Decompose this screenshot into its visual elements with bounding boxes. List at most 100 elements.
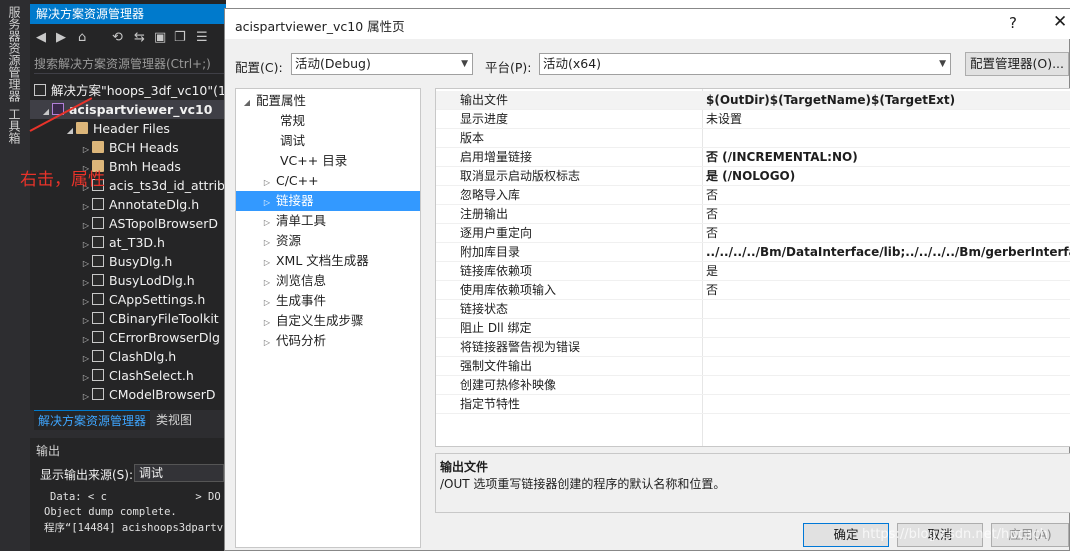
nav-manifest-tool[interactable]: ▷ 清单工具 [236,211,420,231]
config-manager-button[interactable]: 配置管理器(O)... [965,52,1069,76]
file-icon [92,255,104,267]
expand-right-icon[interactable]: ▷ [262,193,272,213]
solution-search-input[interactable]: 搜索解决方案资源管理器(Ctrl+;) [34,54,224,74]
tree-file[interactable]: ▷ CModelBrowserD [80,385,216,404]
history-icon[interactable]: ⟲ [112,30,123,45]
server-explorer-tab[interactable]: 服务器资源管理器 [6,6,23,102]
file-icon [92,350,104,362]
file-icon [92,217,104,229]
expand-right-icon[interactable]: ▷ [262,333,272,353]
nav-xml-doc-generator[interactable]: ▷ XML 文档生成器 [236,251,420,271]
property-row[interactable]: 将链接器警告视为错误 [436,338,1070,357]
file-icon [92,198,104,210]
file-icon [92,274,104,286]
nav-build-events[interactable]: ▷ 生成事件 [236,291,420,311]
toolbox-tab[interactable]: 工具箱 [6,108,23,144]
file-icon [92,312,104,324]
nav-resources[interactable]: ▷ 资源 [236,231,420,251]
expand-down-icon[interactable]: ◢ [242,93,252,113]
chevron-down-icon: ▼ [461,59,468,69]
nav-vc-directories[interactable]: VC++ 目录 [236,151,420,171]
expand-right-icon[interactable]: ▷ [262,313,272,333]
tree-file[interactable]: ▷ CErrorBrowserDlg [80,328,220,347]
watermark: https://blog.csdn.net/hucach [862,527,1049,542]
nav-cpp[interactable]: ▷ C/C++ [236,171,420,191]
property-row[interactable]: 强制文件输出 [436,357,1070,376]
tree-file[interactable]: ▷ ASTopolBrowserD [80,214,218,233]
expand-right-icon[interactable]: ▷ [80,387,92,406]
output-title: 输出 [36,444,61,458]
dialog-titlebar: acispartviewer_vc10 属性页 ? ✕ [225,9,1070,39]
tree-file[interactable]: ▷ at_T3D.h [80,233,165,252]
nav-general[interactable]: 常规 [236,111,420,131]
sync-icon[interactable]: ⇆ [134,30,145,45]
folder-icon [92,141,104,153]
properties-icon[interactable]: ☰ [196,30,208,45]
file-icon [92,236,104,248]
property-row[interactable]: 逐用户重定向否 [436,224,1070,243]
tree-folder-bch[interactable]: ▷ BCH Heads [80,138,179,157]
collapse-icon[interactable]: ▣ [154,30,166,45]
property-row[interactable]: 输出文件 $(OutDir)$(TargetName)$(TargetExt) [436,91,1070,110]
file-icon [92,369,104,381]
nav-code-analysis[interactable]: ▷ 代码分析 [236,331,420,351]
close-icon[interactable]: ✕ [1053,12,1067,32]
tree-solution[interactable]: 解决方案"hoops_3df_vc10"(1 [34,81,226,100]
help-icon[interactable]: ? [1009,14,1017,32]
expand-down-icon[interactable]: ◢ [64,121,76,140]
copy-icon[interactable]: ❐ [174,30,186,45]
output-source-select[interactable]: 调试 [134,464,224,482]
nav-debugging[interactable]: 调试 [236,131,420,151]
property-row[interactable]: 指定节特性 [436,395,1070,414]
tree-file[interactable]: ▷ CBinaryFileToolkit [80,309,219,328]
property-row[interactable]: 链接库依赖项是 [436,262,1070,281]
expand-right-icon[interactable]: ▷ [262,253,272,273]
property-row[interactable]: 链接状态 [436,300,1070,319]
file-icon [92,293,104,305]
expand-right-icon[interactable]: ▷ [262,173,272,193]
property-row[interactable]: 版本 [436,129,1070,148]
expand-right-icon[interactable]: ▷ [262,273,272,293]
expand-right-icon[interactable]: ▷ [262,213,272,233]
output-line: 程序“[14484] acishoops3dpartv [44,522,224,534]
platform-select[interactable]: 活动(x64) ▼ [539,53,951,75]
tree-file[interactable]: ▷ AnnotateDlg.h [80,195,199,214]
solution-explorer-tabs: 解决方案资源管理器 类视图 [30,410,226,430]
chevron-down-icon: ▼ [939,59,946,69]
tree-file[interactable]: ▷ BusyLodDlg.h [80,271,195,290]
expand-right-icon[interactable]: ▷ [262,233,272,253]
property-row[interactable]: 注册输出否 [436,205,1070,224]
nav-linker[interactable]: ▷ 链接器 [236,191,420,211]
output-line: Object dump complete. [44,506,177,518]
back-icon[interactable]: ◀ [36,30,46,45]
tree-file[interactable]: ▷ ClashSelect.h [80,366,194,385]
home-icon[interactable]: ⌂ [78,30,86,45]
forward-icon[interactable]: ▶ [56,30,66,45]
tree-file[interactable]: ▷ BusyDlg.h [80,252,172,271]
tree-folder-header-files[interactable]: ◢ Header Files [64,119,170,138]
description-title: 输出文件 [440,460,489,474]
file-icon [92,388,104,400]
property-row[interactable]: 使用库依赖项输入否 [436,281,1070,300]
solution-icon [34,84,46,96]
property-row[interactable]: 取消显示启动版权标志是 (/NOLOGO) [436,167,1070,186]
left-tool-strip: 服务器资源管理器 工具箱 [0,0,30,551]
property-row[interactable]: 创建可热修补映像 [436,376,1070,395]
file-icon [92,331,104,343]
nav-browse-info[interactable]: ▷ 浏览信息 [236,271,420,291]
description-text: /OUT 选项重写链接器创建的程序的默认名称和位置。 [440,477,726,491]
config-select[interactable]: 活动(Debug) ▼ [291,53,473,75]
property-row[interactable]: 显示进度 未设置 [436,110,1070,129]
expand-right-icon[interactable]: ▷ [262,293,272,313]
tab-class-view[interactable]: 类视图 [152,410,196,430]
property-row[interactable]: 启用增量链接否 (/INCREMENTAL:NO) [436,148,1070,167]
property-row[interactable]: 附加库目录 ../../../../Bm/DataInterface/lib;..… [436,243,1070,262]
tree-file[interactable]: ▷ CAppSettings.h [80,290,205,309]
tab-solution-explorer[interactable]: 解决方案资源管理器 [34,410,151,430]
tree-file[interactable]: ▷ ClashDlg.h [80,347,176,366]
property-row[interactable]: 阻止 Dll 绑定 [436,319,1070,338]
property-row[interactable]: 忽略导入库否 [436,186,1070,205]
nav-config-properties[interactable]: ◢ 配置属性 [236,91,420,111]
folder-icon [76,122,88,134]
nav-custom-build-step[interactable]: ▷ 自定义生成步骤 [236,311,420,331]
